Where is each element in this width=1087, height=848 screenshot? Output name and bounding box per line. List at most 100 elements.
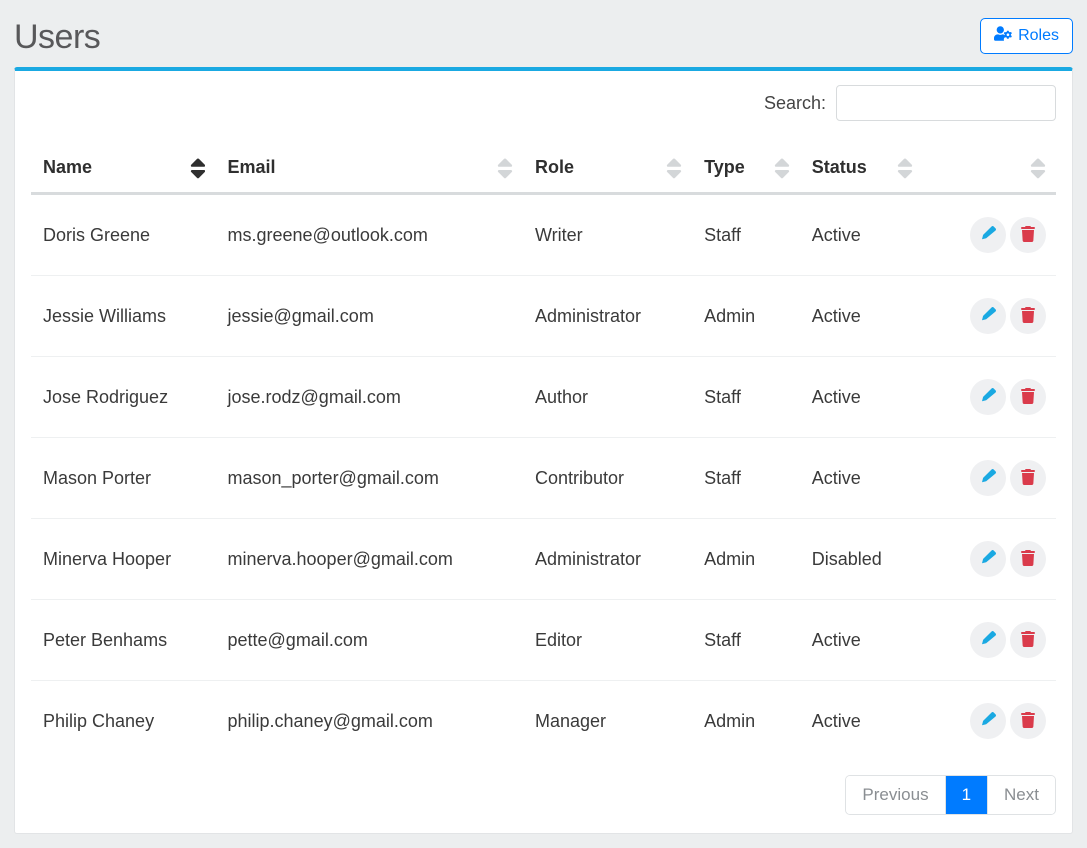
previous-button[interactable]: Previous bbox=[846, 776, 945, 814]
cell-status: Disabled bbox=[800, 519, 923, 600]
trash-icon bbox=[1020, 469, 1036, 488]
table-row: Mason Portermason_porter@gmail.comContri… bbox=[31, 438, 1056, 519]
col-header-name-label: Name bbox=[43, 157, 92, 177]
trash-icon bbox=[1020, 226, 1036, 245]
cell-name: Philip Chaney bbox=[31, 681, 216, 762]
trash-icon bbox=[1020, 712, 1036, 731]
col-header-role[interactable]: Role bbox=[523, 131, 692, 194]
col-header-actions bbox=[923, 131, 1056, 194]
cell-name: Minerva Hooper bbox=[31, 519, 216, 600]
cell-type: Admin bbox=[692, 276, 800, 357]
cell-type: Admin bbox=[692, 681, 800, 762]
edit-button[interactable] bbox=[970, 541, 1006, 577]
delete-button[interactable] bbox=[1010, 379, 1046, 415]
cell-type: Admin bbox=[692, 519, 800, 600]
page-title: Users bbox=[14, 18, 100, 57]
cell-actions bbox=[923, 357, 1056, 438]
delete-button[interactable] bbox=[1010, 460, 1046, 496]
sort-icon[interactable] bbox=[774, 155, 790, 171]
next-button[interactable]: Next bbox=[988, 776, 1055, 814]
col-header-email-label: Email bbox=[228, 157, 276, 177]
search-input[interactable] bbox=[836, 85, 1056, 121]
edit-icon bbox=[980, 226, 996, 245]
table-row: Peter Benhamspette@gmail.comEditorStaffA… bbox=[31, 600, 1056, 681]
search-label: Search: bbox=[764, 93, 826, 114]
cell-actions bbox=[923, 276, 1056, 357]
table-row: Doris Greenems.greene@outlook.comWriterS… bbox=[31, 194, 1056, 276]
edit-icon bbox=[980, 712, 996, 731]
user-cog-icon bbox=[994, 26, 1012, 46]
edit-icon bbox=[980, 388, 996, 407]
cell-actions bbox=[923, 681, 1056, 762]
delete-button[interactable] bbox=[1010, 703, 1046, 739]
cell-type: Staff bbox=[692, 438, 800, 519]
users-card: Search: Name Email Role bbox=[14, 67, 1073, 834]
edit-button[interactable] bbox=[970, 622, 1006, 658]
cell-status: Active bbox=[800, 276, 923, 357]
col-header-type-label: Type bbox=[704, 157, 745, 177]
cell-status: Active bbox=[800, 194, 923, 276]
edit-icon bbox=[980, 550, 996, 569]
table-row: Jose Rodriguezjose.rodz@gmail.comAuthorS… bbox=[31, 357, 1056, 438]
cell-status: Active bbox=[800, 681, 923, 762]
sort-icon[interactable] bbox=[1030, 155, 1046, 171]
col-header-name[interactable]: Name bbox=[31, 131, 216, 194]
cell-role: Manager bbox=[523, 681, 692, 762]
edit-icon bbox=[980, 631, 996, 650]
delete-button[interactable] bbox=[1010, 298, 1046, 334]
sort-icon[interactable] bbox=[190, 155, 206, 171]
cell-name: Doris Greene bbox=[31, 194, 216, 276]
cell-email: jose.rodz@gmail.com bbox=[216, 357, 524, 438]
cell-email: mason_porter@gmail.com bbox=[216, 438, 524, 519]
cell-actions bbox=[923, 519, 1056, 600]
delete-button[interactable] bbox=[1010, 541, 1046, 577]
trash-icon bbox=[1020, 631, 1036, 650]
edit-button[interactable] bbox=[970, 460, 1006, 496]
cell-role: Editor bbox=[523, 600, 692, 681]
cell-role: Author bbox=[523, 357, 692, 438]
cell-status: Active bbox=[800, 600, 923, 681]
col-header-role-label: Role bbox=[535, 157, 574, 177]
edit-button[interactable] bbox=[970, 217, 1006, 253]
cell-actions bbox=[923, 600, 1056, 681]
cell-email: jessie@gmail.com bbox=[216, 276, 524, 357]
col-header-status-label: Status bbox=[812, 157, 867, 177]
cell-type: Staff bbox=[692, 357, 800, 438]
edit-icon bbox=[980, 469, 996, 488]
edit-icon bbox=[980, 307, 996, 326]
col-header-email[interactable]: Email bbox=[216, 131, 524, 194]
cell-status: Active bbox=[800, 357, 923, 438]
col-header-type[interactable]: Type bbox=[692, 131, 800, 194]
delete-button[interactable] bbox=[1010, 622, 1046, 658]
cell-email: philip.chaney@gmail.com bbox=[216, 681, 524, 762]
sort-icon[interactable] bbox=[897, 155, 913, 171]
pagination: Previous 1 Next bbox=[31, 761, 1056, 815]
cell-actions bbox=[923, 438, 1056, 519]
cell-email: minerva.hooper@gmail.com bbox=[216, 519, 524, 600]
sort-icon[interactable] bbox=[666, 155, 682, 171]
trash-icon bbox=[1020, 550, 1036, 569]
cell-name: Mason Porter bbox=[31, 438, 216, 519]
edit-button[interactable] bbox=[970, 703, 1006, 739]
edit-button[interactable] bbox=[970, 298, 1006, 334]
roles-button[interactable]: Roles bbox=[980, 18, 1073, 54]
cell-email: pette@gmail.com bbox=[216, 600, 524, 681]
cell-name: Peter Benhams bbox=[31, 600, 216, 681]
table-row: Minerva Hooperminerva.hooper@gmail.comAd… bbox=[31, 519, 1056, 600]
cell-role: Writer bbox=[523, 194, 692, 276]
cell-role: Administrator bbox=[523, 519, 692, 600]
edit-button[interactable] bbox=[970, 379, 1006, 415]
table-row: Philip Chaneyphilip.chaney@gmail.comMana… bbox=[31, 681, 1056, 762]
delete-button[interactable] bbox=[1010, 217, 1046, 253]
trash-icon bbox=[1020, 307, 1036, 326]
table-row: Jessie Williamsjessie@gmail.comAdministr… bbox=[31, 276, 1056, 357]
cell-name: Jose Rodriguez bbox=[31, 357, 216, 438]
trash-icon bbox=[1020, 388, 1036, 407]
cell-type: Staff bbox=[692, 600, 800, 681]
cell-email: ms.greene@outlook.com bbox=[216, 194, 524, 276]
page-1-button[interactable]: 1 bbox=[946, 776, 988, 814]
col-header-status[interactable]: Status bbox=[800, 131, 923, 194]
cell-actions bbox=[923, 194, 1056, 276]
roles-button-label: Roles bbox=[1018, 27, 1059, 45]
sort-icon[interactable] bbox=[497, 155, 513, 171]
